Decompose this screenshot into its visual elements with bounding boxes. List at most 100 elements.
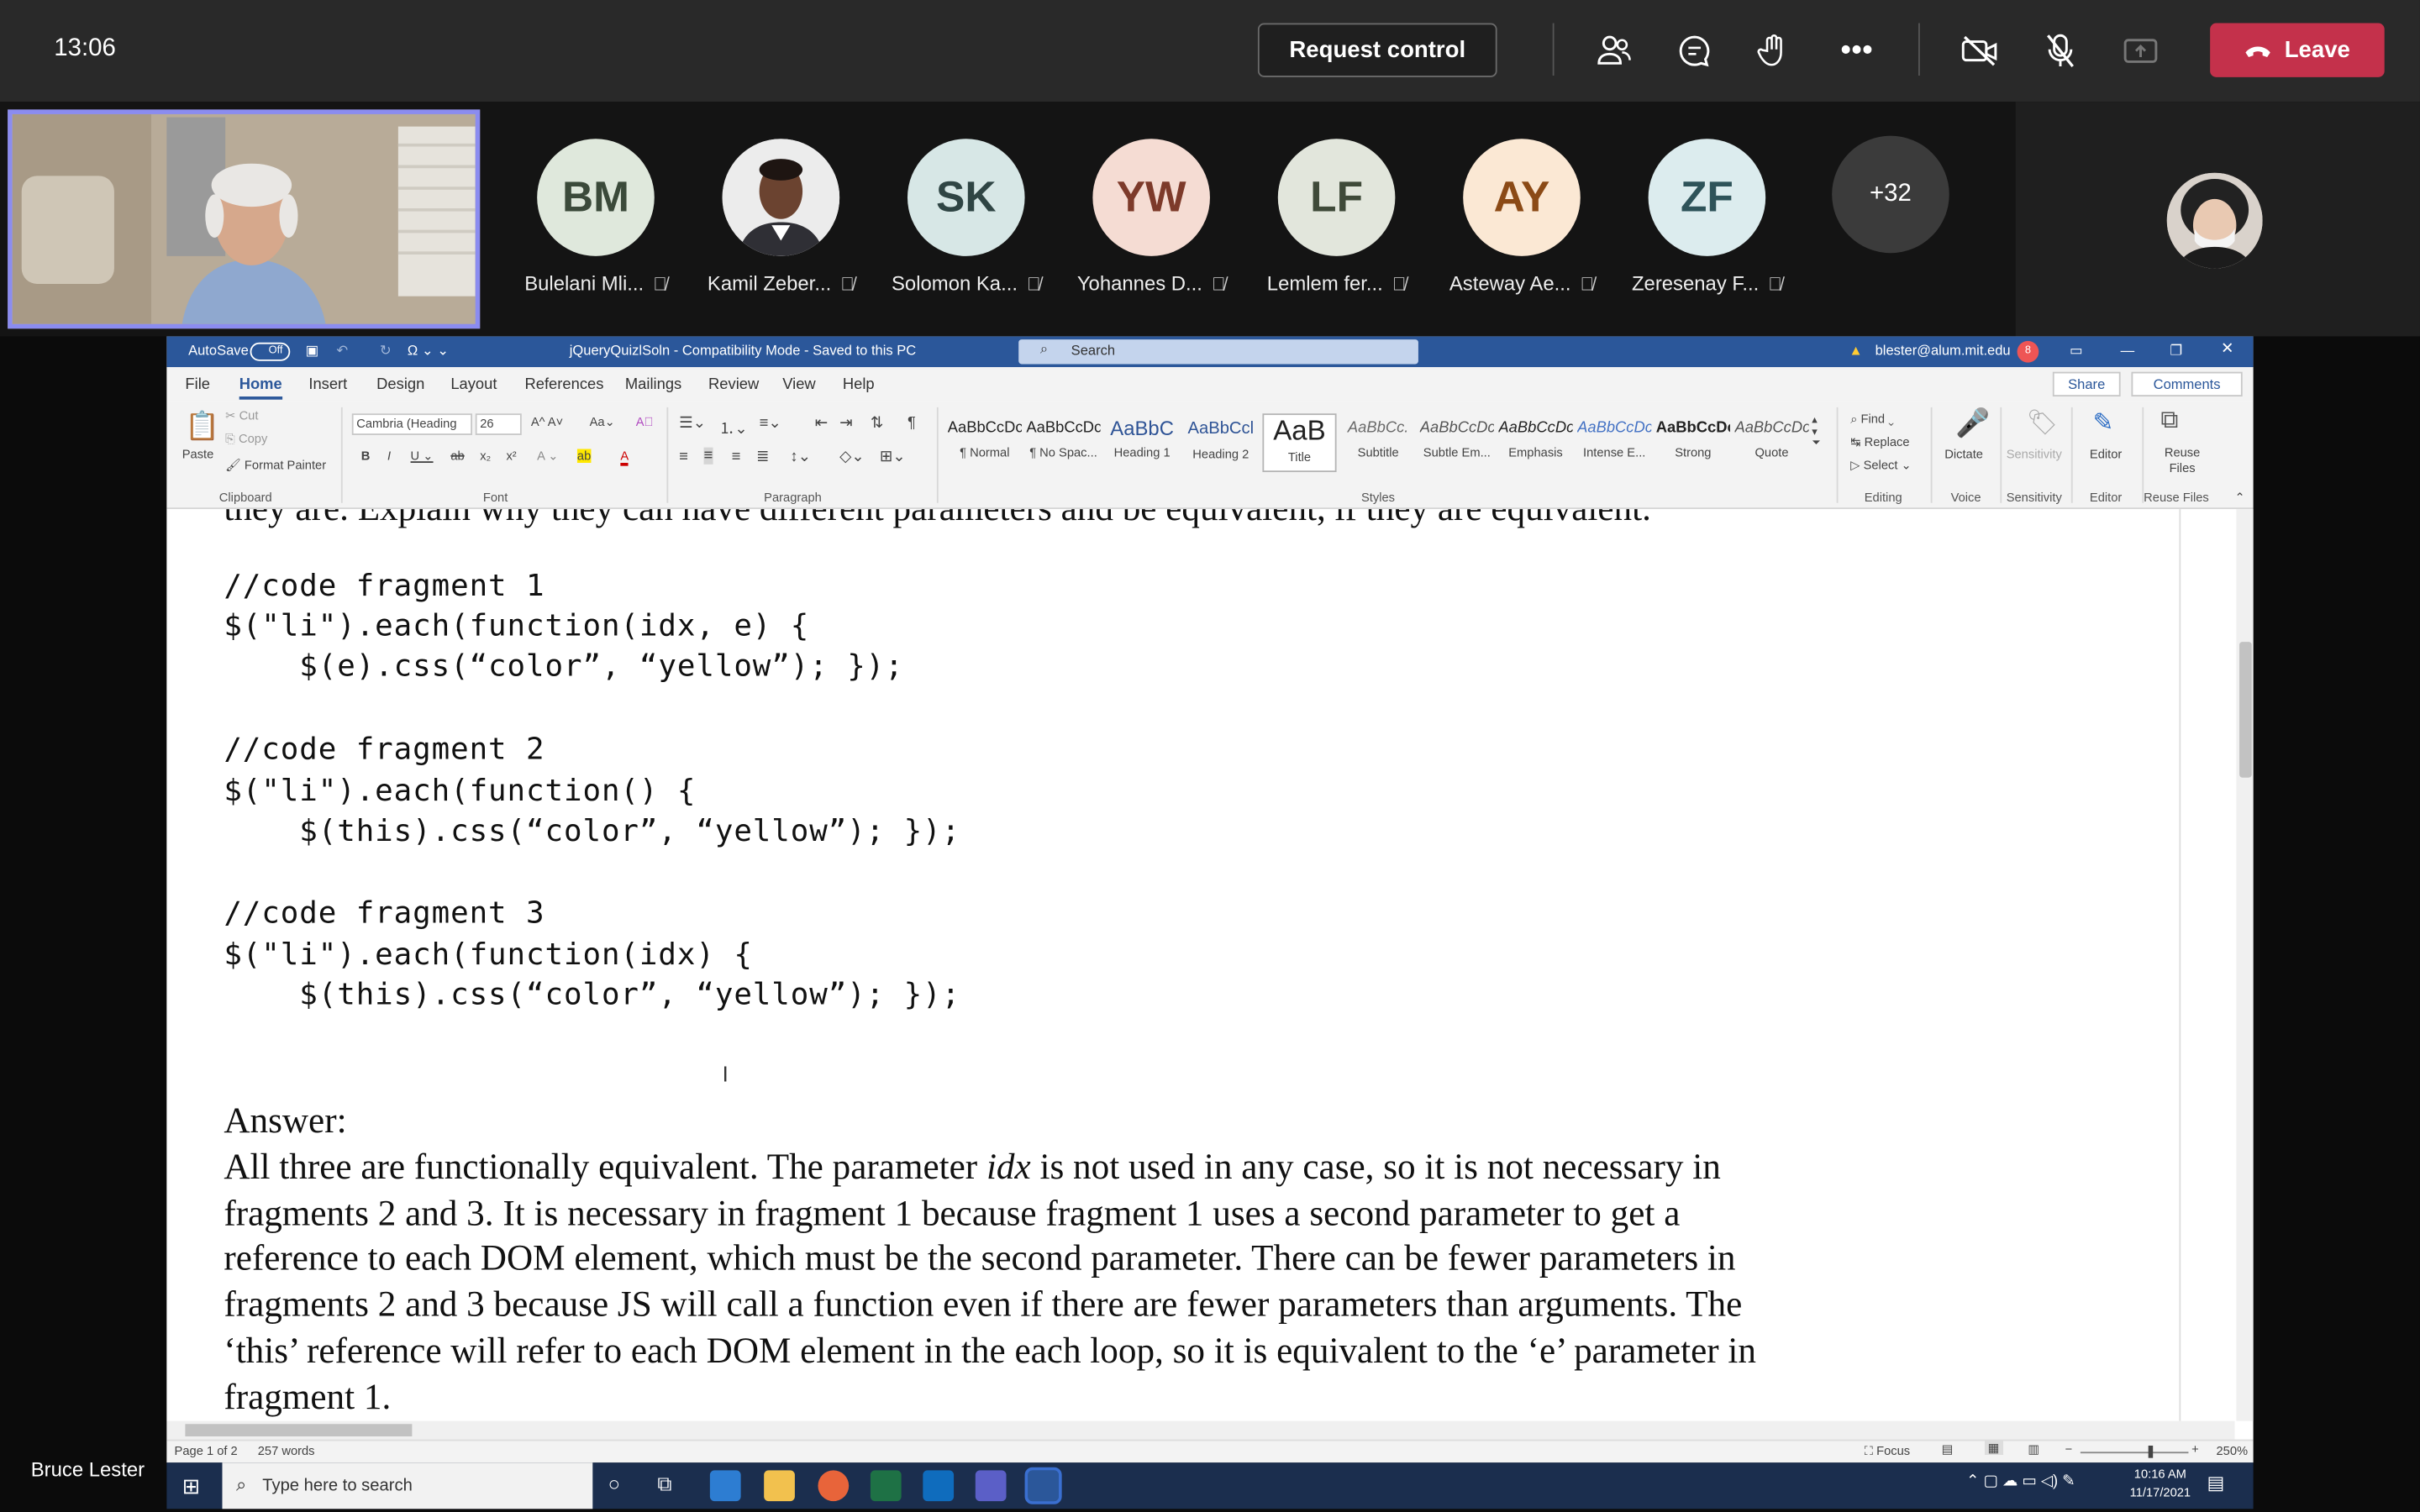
font-color-icon[interactable]: A [620,449,629,466]
zoom-out-icon[interactable]: − [2065,1442,2073,1457]
participant-tile[interactable]: Kamil Zeber... 🎙̸ [688,139,873,295]
copy-button[interactable]: ⎘ Copy [225,432,267,447]
italic-button[interactable]: I [387,449,391,463]
page-count[interactable]: Page 1 of 2 [175,1444,238,1458]
taskbar-search-box[interactable]: ⌕ Type here to search [222,1462,593,1509]
style-intense-emphasis[interactable]: AaBbCcDc Intense E... [1577,413,1651,472]
web-layout-icon[interactable]: ▥ [2028,1442,2039,1457]
participant-tile[interactable]: ZF Zeresenay F... 🎙̸ [1614,139,1799,295]
paste-icon[interactable]: 📋 [185,411,219,444]
horizontal-scrollbar[interactable] [166,1420,2235,1440]
highlight-color-icon[interactable]: ab [576,449,592,464]
windows-start-icon[interactable]: ⊞ [182,1473,201,1499]
justify-icon[interactable]: ≣ [756,449,769,465]
tab-file[interactable]: File [185,376,210,393]
excel-icon[interactable] [870,1470,902,1502]
align-left-icon[interactable]: ≡ [679,449,688,465]
text-effects-icon[interactable]: A ⌄ [537,449,558,463]
redo-icon[interactable]: ↻ [380,343,392,360]
document-title[interactable]: jQueryQuizlSoln - Compatibility Mode - S… [570,343,917,358]
grow-font-icon[interactable]: A^ A˅ [531,415,563,429]
style-subtitle[interactable]: AaBbCc. Subtitle [1341,413,1415,472]
comments-button[interactable]: Comments [2131,371,2243,397]
dictate-button[interactable]: Dictate [1944,448,1983,462]
reuse-files-icon[interactable]: ⧉ [2160,407,2178,435]
zoom-in-icon[interactable]: + [2191,1442,2199,1457]
self-avatar[interactable] [2166,172,2263,269]
scroll-thumb[interactable] [185,1424,413,1436]
teams-app-icon[interactable] [975,1470,1007,1502]
file-explorer-icon[interactable] [764,1470,795,1502]
style-strong[interactable]: AaBbCcDc Strong [1656,413,1730,472]
share-tray-icon[interactable] [2118,28,2164,74]
raise-hand-icon[interactable] [1752,28,1798,74]
undo-icon[interactable]: ↶ [336,343,348,360]
tab-layout[interactable]: Layout [450,376,497,393]
strikethrough-button[interactable]: ab [450,449,464,463]
zoom-slider[interactable] [2080,1452,2189,1454]
editor-icon[interactable]: ✎ [2093,407,2114,438]
tab-insert[interactable]: Insert [308,376,347,393]
more-participants-button[interactable]: +32 [1832,135,1949,254]
clear-formatting-icon[interactable]: A⃥ [636,415,654,429]
increase-indent-icon[interactable]: ⇥ [839,415,852,432]
leave-button[interactable]: Leave [2210,23,2385,77]
show-marks-icon[interactable]: ¶ [908,415,916,432]
print-layout-icon[interactable]: ▦ [1984,1441,2003,1456]
close-icon[interactable]: ✕ [2221,341,2233,358]
zoom-level[interactable]: 250% [2217,1444,2249,1458]
mail-app-icon[interactable] [709,1470,741,1502]
mic-off-icon[interactable] [2037,28,2083,74]
style-heading-1[interactable]: AaBbC Heading 1 [1105,413,1179,472]
customize-qat-icon[interactable]: Ω ⌄ ⌄ [408,343,449,360]
cortana-icon[interactable]: ○ [608,1472,620,1495]
editor-button[interactable]: Editor [2090,448,2122,462]
bullets-icon[interactable]: ☰⌄ [679,415,706,432]
zoom-slider-thumb[interactable] [2148,1445,2154,1458]
tab-home[interactable]: Home [239,376,282,400]
word-search-box[interactable]: ⌕ Search [1018,339,1418,365]
presenter-video[interactable] [8,109,481,329]
select-button[interactable]: ▷ Select ⌄ [1850,458,1912,472]
cut-button[interactable]: ✂ Cut [225,409,258,423]
tab-design[interactable]: Design [376,376,424,393]
participant-tile[interactable]: BM Bulelani Mli... 🎙̸ [503,139,688,295]
font-size-box[interactable]: 26 [475,413,522,435]
tab-help[interactable]: Help [843,376,875,393]
save-icon[interactable]: ▣ [306,343,319,360]
autosave-toggle[interactable]: Off [250,342,291,361]
decrease-indent-icon[interactable]: ⇤ [815,415,828,432]
system-tray-icons[interactable]: ⌃ ▢ ☁ ▭ ◁) ✎ [1966,1473,2075,1490]
reuse-files-button[interactable]: Reuse Files [2154,446,2210,477]
vertical-scrollbar[interactable] [2179,509,2254,1421]
taskbar-clock[interactable]: 10:16 AM 11/17/2021 [2130,1466,2191,1503]
microphone-icon[interactable]: 🎤 [1955,407,1990,440]
superscript-button[interactable]: x² [506,449,516,463]
camera-off-icon[interactable] [1957,28,2003,74]
notification-center-icon[interactable]: ▤ [2207,1472,2224,1494]
share-button[interactable]: Share [2052,371,2121,397]
sensitivity-button[interactable]: Sensitivity [2007,448,2062,462]
scroll-thumb[interactable] [2239,642,2252,778]
word-app-icon[interactable] [1024,1467,1062,1504]
outlook-icon[interactable] [923,1470,955,1502]
bold-button[interactable]: B [361,449,371,463]
subscript-button[interactable]: x₂ [480,449,491,463]
replace-button[interactable]: ↹ Replace [1850,435,1909,449]
task-view-icon[interactable]: ⧉ [657,1472,671,1496]
participant-tile[interactable]: AY Asteway Ae... 🎙̸ [1429,139,1614,295]
tab-review[interactable]: Review [708,376,759,393]
underline-button[interactable]: U ⌄ [411,449,434,463]
ribbon-display-icon[interactable]: ▭ [2070,343,2083,360]
borders-icon[interactable]: ⊞⌄ [880,449,906,465]
account-email[interactable]: blester@alum.mit.edu [1876,343,2011,358]
style-subtle-emphasis[interactable]: AaBbCcDc Subtle Em... [1420,413,1494,472]
minimize-icon[interactable]: — [2121,343,2135,358]
style-title[interactable]: AaB Title [1262,413,1337,473]
format-painter-button[interactable]: 🖌 Format Painter [225,458,326,472]
style-no-spacing[interactable]: AaBbCcDc ¶ No Spac... [1026,413,1100,472]
paste-button[interactable]: Paste [182,448,214,462]
word-count[interactable]: 257 words [258,1444,315,1458]
style-quote[interactable]: AaBbCcDc Quote [1734,413,1808,472]
style-emphasis[interactable]: AaBbCcDc Emphasis [1498,413,1572,472]
